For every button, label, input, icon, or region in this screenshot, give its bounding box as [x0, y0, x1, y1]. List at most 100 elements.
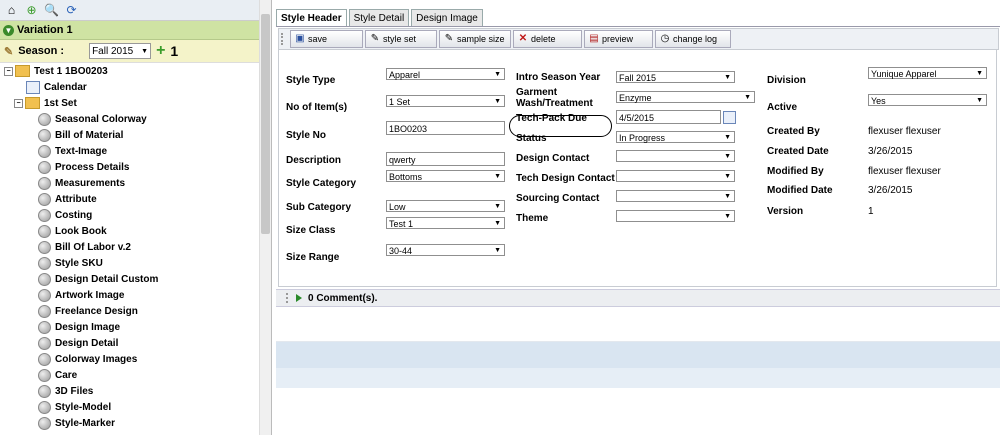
active-select[interactable]: Yes ▼	[868, 94, 987, 106]
status-select[interactable]: In Progress ▼	[616, 131, 735, 143]
tree-item[interactable]: Process Details	[0, 159, 271, 175]
season-select[interactable]: Fall 2015 ▼	[89, 43, 152, 59]
left-scrollbar[interactable]	[259, 0, 271, 435]
home-icon[interactable]: ⌂	[4, 3, 19, 18]
tech-design-contact-select[interactable]: ▼	[616, 170, 735, 182]
tree-item[interactable]: Text-Image	[0, 143, 271, 159]
add-season-icon[interactable]: +	[156, 42, 165, 60]
garment-wash-select[interactable]: Enzyme ▼	[616, 91, 755, 103]
collapse-icon[interactable]: −	[4, 66, 13, 76]
design-contact-select[interactable]: ▼	[616, 150, 735, 162]
tree-item[interactable]: Bill Of Labor v.2	[0, 239, 271, 255]
dropdown-arrow-icon: ▼	[494, 71, 501, 78]
dropdown-arrow-icon: ▼	[724, 213, 731, 220]
tree-item[interactable]: Seasonal Colorway	[0, 111, 271, 127]
dropdown-arrow-icon: ▼	[494, 247, 501, 254]
node-icon	[38, 352, 51, 366]
created-date-value: 3/26/2015	[868, 146, 913, 157]
active-value: Yes	[871, 96, 886, 106]
tree-item[interactable]: 3D Files	[0, 383, 271, 399]
dropdown-arrow-icon: ▼	[141, 47, 149, 55]
tree-item[interactable]: Freelance Design	[0, 303, 271, 319]
modified-date-value: 3/26/2015	[868, 185, 913, 196]
chevron-down-icon[interactable]: ▼	[3, 24, 14, 36]
tree-item[interactable]: Attribute	[0, 191, 271, 207]
tab-style-header[interactable]: Style Header	[276, 9, 347, 26]
season-label: Season :	[18, 45, 65, 57]
style-type-label: Style Type	[286, 75, 336, 86]
save-button[interactable]: ▣ save	[290, 30, 363, 48]
style-type-select[interactable]: Apparel ▼	[386, 68, 505, 80]
description-input[interactable]: qwerty	[386, 152, 505, 166]
description-value: qwerty	[389, 155, 416, 165]
tree-item[interactable]: Style SKU	[0, 255, 271, 271]
sub-category-select[interactable]: Low ▼	[386, 200, 505, 212]
tree-item-set[interactable]: − 1st Set	[0, 95, 271, 111]
tab-style-detail[interactable]: Style Detail	[348, 9, 410, 26]
techpack-due-value: 4/5/2015	[619, 113, 655, 123]
delete-button[interactable]: ✕ delete	[513, 30, 582, 48]
techpack-due-input[interactable]: 4/5/2015	[616, 110, 721, 124]
node-icon	[38, 288, 51, 302]
collapse-icon[interactable]: −	[14, 98, 23, 108]
intro-season-value: Fall 2015	[619, 73, 657, 83]
tree-item[interactable]: Artwork Image	[0, 287, 271, 303]
calendar-icon[interactable]	[723, 111, 736, 124]
comments-bar[interactable]: 0 Comment(s).	[276, 289, 1000, 307]
style-category-select[interactable]: Bottoms ▼	[386, 170, 505, 182]
garment-wash-value: Enzyme	[619, 93, 652, 103]
tree-item-label: Look Book	[55, 225, 107, 237]
no-items-select[interactable]: 1 Set ▼	[386, 95, 505, 107]
intro-season-label: Intro Season Year	[516, 72, 601, 83]
no-items-label: No of Item(s)	[286, 102, 348, 113]
tree-item[interactable]: Look Book	[0, 223, 271, 239]
preview-button[interactable]: ▤ preview	[584, 30, 653, 48]
size-class-select[interactable]: Test 1 ▼	[386, 217, 505, 229]
style-no-input[interactable]: 1BO0203	[386, 121, 505, 135]
add-icon[interactable]: ⊕	[24, 3, 39, 18]
edit-icon: ✎	[370, 33, 380, 44]
intro-season-select[interactable]: Fall 2015 ▼	[616, 71, 735, 83]
theme-select[interactable]: ▼	[616, 210, 735, 222]
sample-size-button[interactable]: ✎ sample size	[439, 30, 511, 48]
tree-item[interactable]: Measurements	[0, 175, 271, 191]
tree-item-calendar[interactable]: Calendar	[0, 79, 271, 95]
tree-item-label: Care	[55, 369, 78, 381]
tree-item[interactable]: Bill of Material	[0, 127, 271, 143]
scroll-thumb[interactable]	[261, 14, 270, 234]
tree-item[interactable]: Design Detail	[0, 335, 271, 351]
division-select[interactable]: Yunique Apparel ▼	[868, 67, 987, 79]
tab-design-image[interactable]: Design Image	[411, 9, 483, 26]
tree-item[interactable]: Colorway Images	[0, 351, 271, 367]
tree-item[interactable]: Care	[0, 367, 271, 383]
garment-wash-label: Garment Wash/Treatment	[516, 87, 593, 109]
tree-item-label: Style-Model	[55, 401, 112, 413]
season-value: Fall 2015	[92, 45, 134, 57]
tree-item[interactable]: Design Detail Custom	[0, 271, 271, 287]
tree-item[interactable]: Style-Model	[0, 399, 271, 415]
search-icon[interactable]: 🔍	[44, 3, 59, 18]
tree-item[interactable]: Design Image	[0, 319, 271, 335]
node-icon	[38, 224, 51, 238]
change-log-button[interactable]: ◷ change log	[655, 30, 731, 48]
node-icon	[38, 176, 51, 190]
style-set-button[interactable]: ✎ style set	[365, 30, 437, 48]
pdf-icon: ▤	[589, 33, 599, 44]
node-icon	[38, 384, 51, 398]
action-toolbar: ▣ save ✎ style set ✎ sample size ✕ delet…	[278, 28, 999, 50]
tree-item-label: Artwork Image	[55, 289, 125, 301]
node-icon	[38, 256, 51, 270]
variation-header[interactable]: ▼ Variation 1	[0, 21, 271, 40]
dropdown-arrow-icon: ▼	[744, 94, 751, 101]
style-category-label: Style Category	[286, 178, 357, 189]
tree-item[interactable]: Style-Marker	[0, 415, 271, 431]
calendar-icon	[26, 80, 40, 94]
node-icon	[38, 192, 51, 206]
sourcing-contact-select[interactable]: ▼	[616, 190, 735, 202]
expand-icon[interactable]	[296, 294, 302, 302]
tree-item[interactable]: Costing	[0, 207, 271, 223]
created-by-value: flexuser flexuser	[868, 126, 941, 137]
refresh-icon[interactable]: ⟳	[64, 3, 79, 18]
size-range-select[interactable]: 30-44 ▼	[386, 244, 505, 256]
tree-root[interactable]: − Test 1 1BO0203	[0, 63, 271, 79]
